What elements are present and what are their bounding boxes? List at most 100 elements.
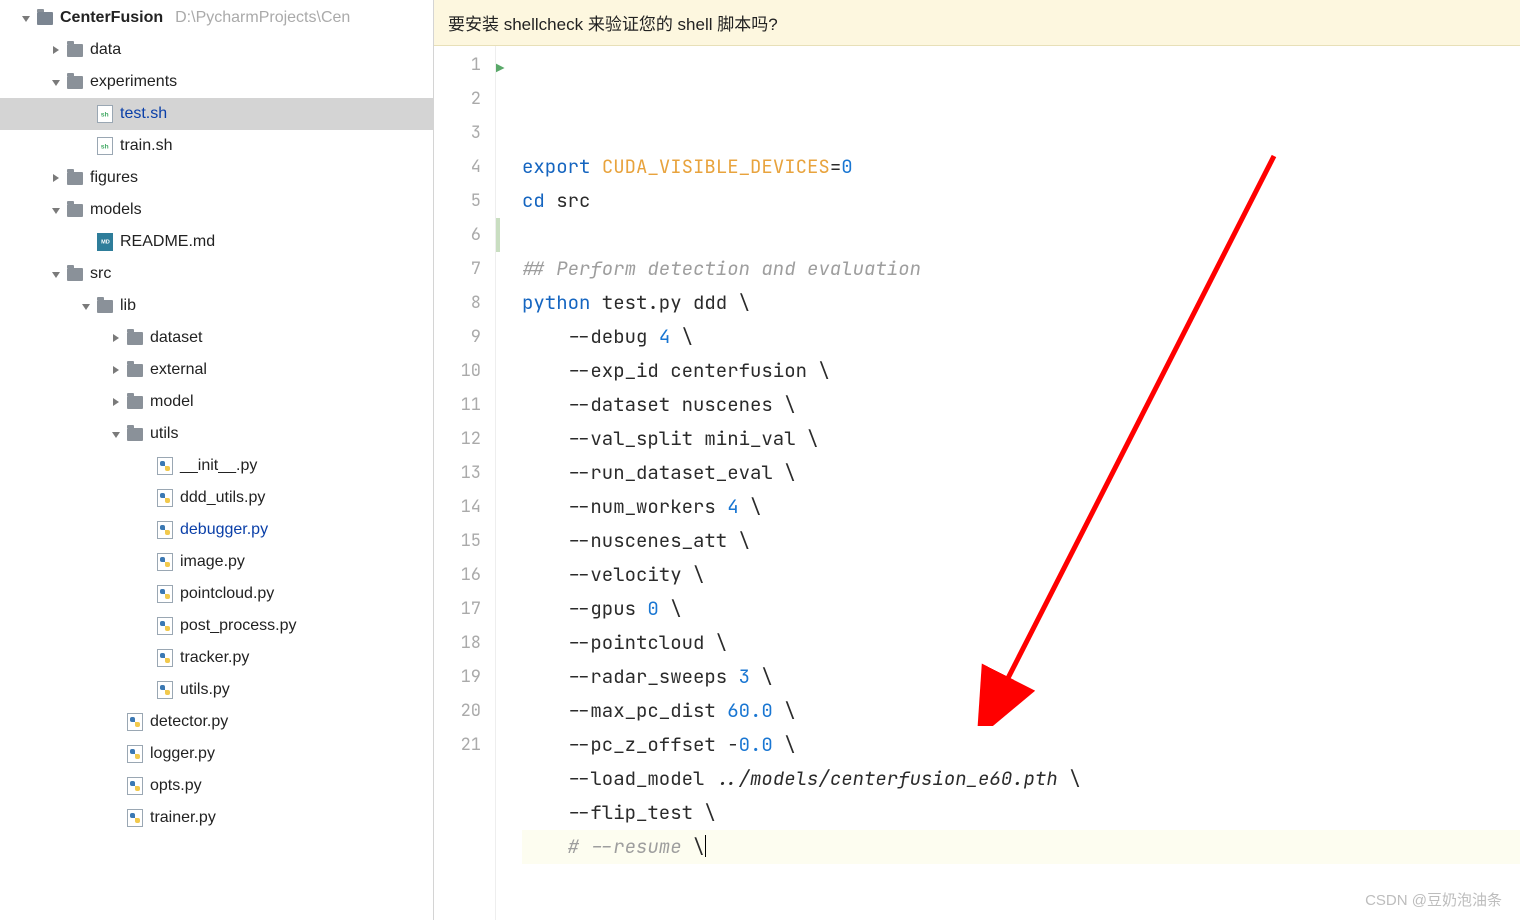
line-number[interactable]: 15 (434, 524, 481, 558)
tree-item-label: pointcloud.py (180, 585, 274, 603)
tree-item-external[interactable]: external (0, 354, 433, 386)
expand-arrow-icon[interactable] (48, 170, 64, 186)
line-number[interactable]: 4 (434, 150, 481, 184)
tree-item-trainer-py[interactable]: trainer.py (0, 802, 433, 834)
expand-arrow-icon[interactable] (48, 74, 64, 90)
tree-item-centerfusion[interactable]: CenterFusionD:\PycharmProjects\Cen (0, 2, 433, 34)
line-number[interactable]: 7 (434, 252, 481, 286)
tree-item-figures[interactable]: figures (0, 162, 433, 194)
code-line-12[interactable]: --nuscenes_att \ (522, 524, 1520, 558)
code-line-11[interactable]: --num_workers 4 \ (522, 490, 1520, 524)
expand-arrow-icon[interactable] (48, 202, 64, 218)
tree-item-pointcloud-py[interactable]: pointcloud.py (0, 578, 433, 610)
code-line-15[interactable]: --pointcloud \ (522, 626, 1520, 660)
expand-arrow-icon[interactable] (78, 298, 94, 314)
code-line-18[interactable]: --pc_z_offset -0.0 \ (522, 728, 1520, 762)
line-number[interactable]: 6 (434, 218, 481, 252)
code-line-17[interactable]: --max_pc_dist 60.0 \ (522, 694, 1520, 728)
expand-arrow-icon[interactable] (108, 362, 124, 378)
expand-arrow-icon[interactable] (48, 266, 64, 282)
tree-item-label: post_process.py (180, 617, 297, 635)
line-number[interactable]: 20 (434, 694, 481, 728)
tree-item-src[interactable]: src (0, 258, 433, 290)
line-number[interactable]: 9 (434, 320, 481, 354)
line-number[interactable]: 1 (434, 48, 481, 82)
code-line-1[interactable]: export CUDA_VISIBLE_DEVICES=0 (522, 150, 1520, 184)
tree-item-experiments[interactable]: experiments (0, 66, 433, 98)
expand-arrow-icon (138, 522, 154, 538)
expand-arrow-icon[interactable] (108, 426, 124, 442)
code-line-4[interactable]: ## Perform detection and evaluation (522, 252, 1520, 286)
line-number[interactable]: 5 (434, 184, 481, 218)
tree-item-opts-py[interactable]: opts.py (0, 770, 433, 802)
folder-icon (126, 425, 144, 443)
code-content[interactable]: export CUDA_VISIBLE_DEVICES=0cd src ## P… (504, 46, 1520, 920)
code-line-13[interactable]: --velocity \ (522, 558, 1520, 592)
line-number[interactable]: 8 (434, 286, 481, 320)
line-number[interactable]: 17 (434, 592, 481, 626)
line-number[interactable]: 10 (434, 354, 481, 388)
py-icon (156, 489, 174, 507)
code-line-9[interactable]: --val_split mini_val \ (522, 422, 1520, 456)
tree-item-utils-py[interactable]: utils.py (0, 674, 433, 706)
code-line-7[interactable]: --exp_id centerfusion \ (522, 354, 1520, 388)
expand-arrow-icon[interactable] (108, 394, 124, 410)
tree-item-ddd_utils-py[interactable]: ddd_utils.py (0, 482, 433, 514)
tree-item-test-sh[interactable]: test.sh (0, 98, 433, 130)
line-number[interactable]: 19 (434, 660, 481, 694)
line-number[interactable]: 11 (434, 388, 481, 422)
tree-item-lib[interactable]: lib (0, 290, 433, 322)
py-icon (156, 585, 174, 603)
line-number[interactable]: 18 (434, 626, 481, 660)
code-line-6[interactable]: --debug 4 \ (522, 320, 1520, 354)
code-line-8[interactable]: --dataset nuscenes \ (522, 388, 1520, 422)
vcs-change-marker[interactable] (496, 218, 500, 252)
code-line-20[interactable]: --flip_test \ (522, 796, 1520, 830)
expand-arrow-icon[interactable] (108, 330, 124, 346)
line-number[interactable]: 13 (434, 456, 481, 490)
folder-icon (66, 41, 84, 59)
tree-item-post_process-py[interactable]: post_process.py (0, 610, 433, 642)
folder-icon (126, 361, 144, 379)
line-number[interactable]: 12 (434, 422, 481, 456)
gutter: ▶ 123456789101112131415161718192021 (434, 46, 496, 920)
tree-item-models[interactable]: models (0, 194, 433, 226)
code-area[interactable]: ▶ 123456789101112131415161718192021 expo… (434, 46, 1520, 920)
code-line-2[interactable]: cd src (522, 184, 1520, 218)
tree-item-label: lib (120, 297, 136, 315)
code-line-3[interactable] (522, 218, 1520, 252)
code-line-5[interactable]: python test.py ddd \ (522, 286, 1520, 320)
shellcheck-banner[interactable]: 要安装 shellcheck 来验证您的 shell 脚本吗? (434, 0, 1520, 46)
tree-item-readme-md[interactable]: README.md (0, 226, 433, 258)
tree-item-utils[interactable]: utils (0, 418, 433, 450)
project-tree[interactable]: CenterFusionD:\PycharmProjects\Cen data ex… (0, 0, 434, 920)
line-number[interactable]: 21 (434, 728, 481, 762)
code-line-21[interactable]: # --resume \ (522, 830, 1520, 864)
expand-arrow-icon (108, 810, 124, 826)
tree-item-model[interactable]: model (0, 386, 433, 418)
tree-item-logger-py[interactable]: logger.py (0, 738, 433, 770)
code-line-10[interactable]: --run_dataset_eval \ (522, 456, 1520, 490)
tree-item-image-py[interactable]: image.py (0, 546, 433, 578)
line-number[interactable]: 16 (434, 558, 481, 592)
line-number[interactable]: 14 (434, 490, 481, 524)
py-icon (156, 457, 174, 475)
tree-item-tracker-py[interactable]: tracker.py (0, 642, 433, 674)
code-line-16[interactable]: --radar_sweeps 3 \ (522, 660, 1520, 694)
tree-item-train-sh[interactable]: train.sh (0, 130, 433, 162)
tree-item-dataset[interactable]: dataset (0, 322, 433, 354)
expand-arrow-icon[interactable] (48, 42, 64, 58)
tree-item-data[interactable]: data (0, 34, 433, 66)
folder-icon (126, 329, 144, 347)
expand-arrow-icon[interactable] (18, 10, 34, 26)
tree-item-label: data (90, 41, 121, 59)
tree-item-__init__-py[interactable]: __init__.py (0, 450, 433, 482)
tree-item-detector-py[interactable]: detector.py (0, 706, 433, 738)
sh-icon (96, 137, 114, 155)
tree-item-debugger-py[interactable]: debugger.py (0, 514, 433, 546)
line-number[interactable]: 2 (434, 82, 481, 116)
code-line-19[interactable]: --load_model ../models/centerfusion_e60.… (522, 762, 1520, 796)
expand-arrow-icon (78, 234, 94, 250)
code-line-14[interactable]: --gpus 0 \ (522, 592, 1520, 626)
line-number[interactable]: 3 (434, 116, 481, 150)
